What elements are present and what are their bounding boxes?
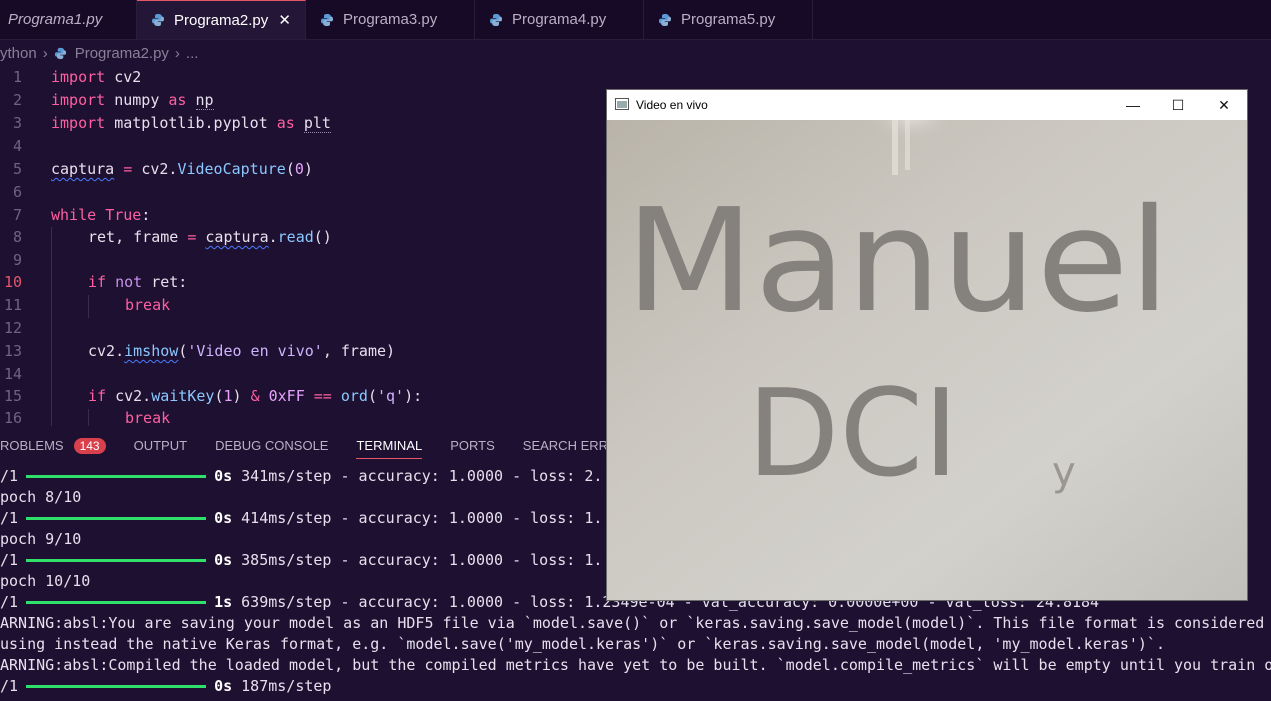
python-file-icon [152, 14, 164, 26]
problems-count-badge: 143 [73, 437, 106, 454]
code-line: break [125, 409, 171, 426]
window-title: Video en vivo [636, 98, 708, 112]
tab-terminal[interactable]: TERMINAL [356, 430, 422, 461]
minimize-icon: — [1126, 97, 1140, 113]
line-number-current: 10 [3, 273, 22, 291]
close-button[interactable]: ✕ [1201, 90, 1247, 120]
indent-guide [88, 409, 89, 426]
terminal-line: ARNING:absl:Compiled the loaded model, b… [0, 656, 1271, 674]
tab-programa5[interactable]: Programa5.py [644, 0, 813, 39]
line-number: 12 [3, 319, 22, 337]
python-file-icon [490, 13, 502, 26]
tab-label: Programa1.py [8, 11, 103, 28]
tab-ports[interactable]: PORTS [450, 430, 495, 461]
breadcrumb: ython › Programa2.py › ... [0, 40, 1271, 66]
line-number: 11 [3, 296, 22, 314]
breadcrumb-file[interactable]: Programa2.py [75, 45, 169, 62]
python-file-icon [659, 13, 671, 26]
tab-label: Programa4.py [512, 11, 607, 28]
code-line: if cv2.waitKey(1) & 0xFF == ord('q'): [88, 387, 423, 405]
progress-bar [26, 685, 207, 688]
tab-programa1[interactable]: Programa1.py [0, 0, 137, 39]
window-titlebar[interactable]: Video en vivo — ☐ ✕ [607, 90, 1247, 120]
chevron-right-icon: › [174, 44, 180, 62]
line-number: 13 [3, 342, 22, 360]
terminal-line: using instead the native Keras format, e… [0, 635, 1165, 653]
maximize-icon: ☐ [1171, 96, 1185, 113]
line-number: 6 [12, 183, 22, 201]
app-window-icon [615, 98, 629, 110]
breadcrumb-more[interactable]: ... [186, 45, 199, 62]
video-window[interactable]: Video en vivo — ☐ ✕ Manuel DCI y [607, 90, 1247, 600]
svg-text:Manuel: Manuel [625, 178, 1170, 345]
code-line: import matplotlib.pyplot as plt [51, 114, 331, 133]
editor-tab-bar: Programa1.py Programa2.py ✕ Programa3.py… [0, 0, 1271, 40]
line-number: 8 [12, 228, 22, 246]
python-file-icon [54, 47, 66, 59]
progress-bar [26, 517, 207, 520]
close-icon: ✕ [1218, 96, 1230, 113]
line-number: 7 [12, 206, 22, 224]
minimize-button[interactable]: — [1110, 90, 1156, 120]
tab-programa3[interactable]: Programa3.py [306, 0, 475, 39]
code-line: captura = cv2.VideoCapture(0) [51, 160, 313, 178]
terminal-line: /1 0s 385ms/step - accuracy: 1.0000 - los… [0, 551, 603, 569]
terminal-line: /1 0s 414ms/step - accuracy: 1.0000 - los… [0, 509, 603, 527]
code-line: import numpy as np [51, 91, 214, 110]
code-line: while True: [51, 206, 151, 224]
line-number: 15 [3, 387, 22, 405]
code-line: import cv2 [51, 68, 142, 86]
line-number: 3 [12, 114, 22, 132]
progress-bar [26, 601, 207, 604]
tab-label: Programa3.py [343, 11, 438, 28]
terminal-line: /1 0s 187ms/step [0, 677, 332, 695]
chevron-right-icon: › [42, 44, 48, 62]
webcam-frame: Manuel DCI y [607, 120, 1247, 600]
tab-problems[interactable]: ROBLEMS 143 [0, 430, 106, 461]
close-icon[interactable]: ✕ [278, 11, 291, 29]
terminal-line: /1 0s 341ms/step - accuracy: 1.0000 - los… [0, 467, 603, 485]
code-line: cv2.imshow('Video en vivo', frame) [88, 342, 396, 360]
svg-text:DCI: DCI [747, 365, 959, 504]
line-number: 2 [12, 91, 22, 109]
code-line: break [125, 296, 171, 314]
terminal-line: poch 10/10 [0, 572, 91, 590]
tab-programa4[interactable]: Programa4.py [475, 0, 644, 39]
tab-output[interactable]: OUTPUT [134, 430, 187, 461]
python-file-icon [321, 13, 333, 26]
tab-label: Programa2.py [174, 11, 269, 29]
breadcrumb-root[interactable]: ython [0, 45, 37, 62]
tab-debug-console[interactable]: DEBUG CONSOLE [215, 430, 328, 461]
progress-bar [26, 475, 207, 478]
line-number: 1 [12, 68, 22, 86]
terminal-line: ARNING:absl:You are saving your model as… [0, 614, 1265, 632]
code-line: ret, frame = captura.read() [88, 228, 332, 246]
line-number: 4 [12, 137, 22, 155]
tab-label: Programa5.py [681, 11, 776, 28]
line-number: 5 [12, 160, 22, 178]
line-number: 9 [12, 251, 22, 269]
progress-bar [26, 559, 207, 562]
indent-guide [51, 227, 52, 426]
line-number: 16 [3, 409, 22, 426]
terminal-line: poch 8/10 [0, 488, 82, 506]
svg-text:y: y [1052, 449, 1076, 495]
line-number: 14 [3, 365, 22, 383]
code-line: if not ret: [88, 273, 188, 291]
tab-programa2[interactable]: Programa2.py ✕ [137, 0, 306, 39]
terminal-line: poch 9/10 [0, 530, 82, 548]
maximize-button[interactable]: ☐ [1155, 90, 1201, 120]
indent-guide [88, 295, 89, 318]
